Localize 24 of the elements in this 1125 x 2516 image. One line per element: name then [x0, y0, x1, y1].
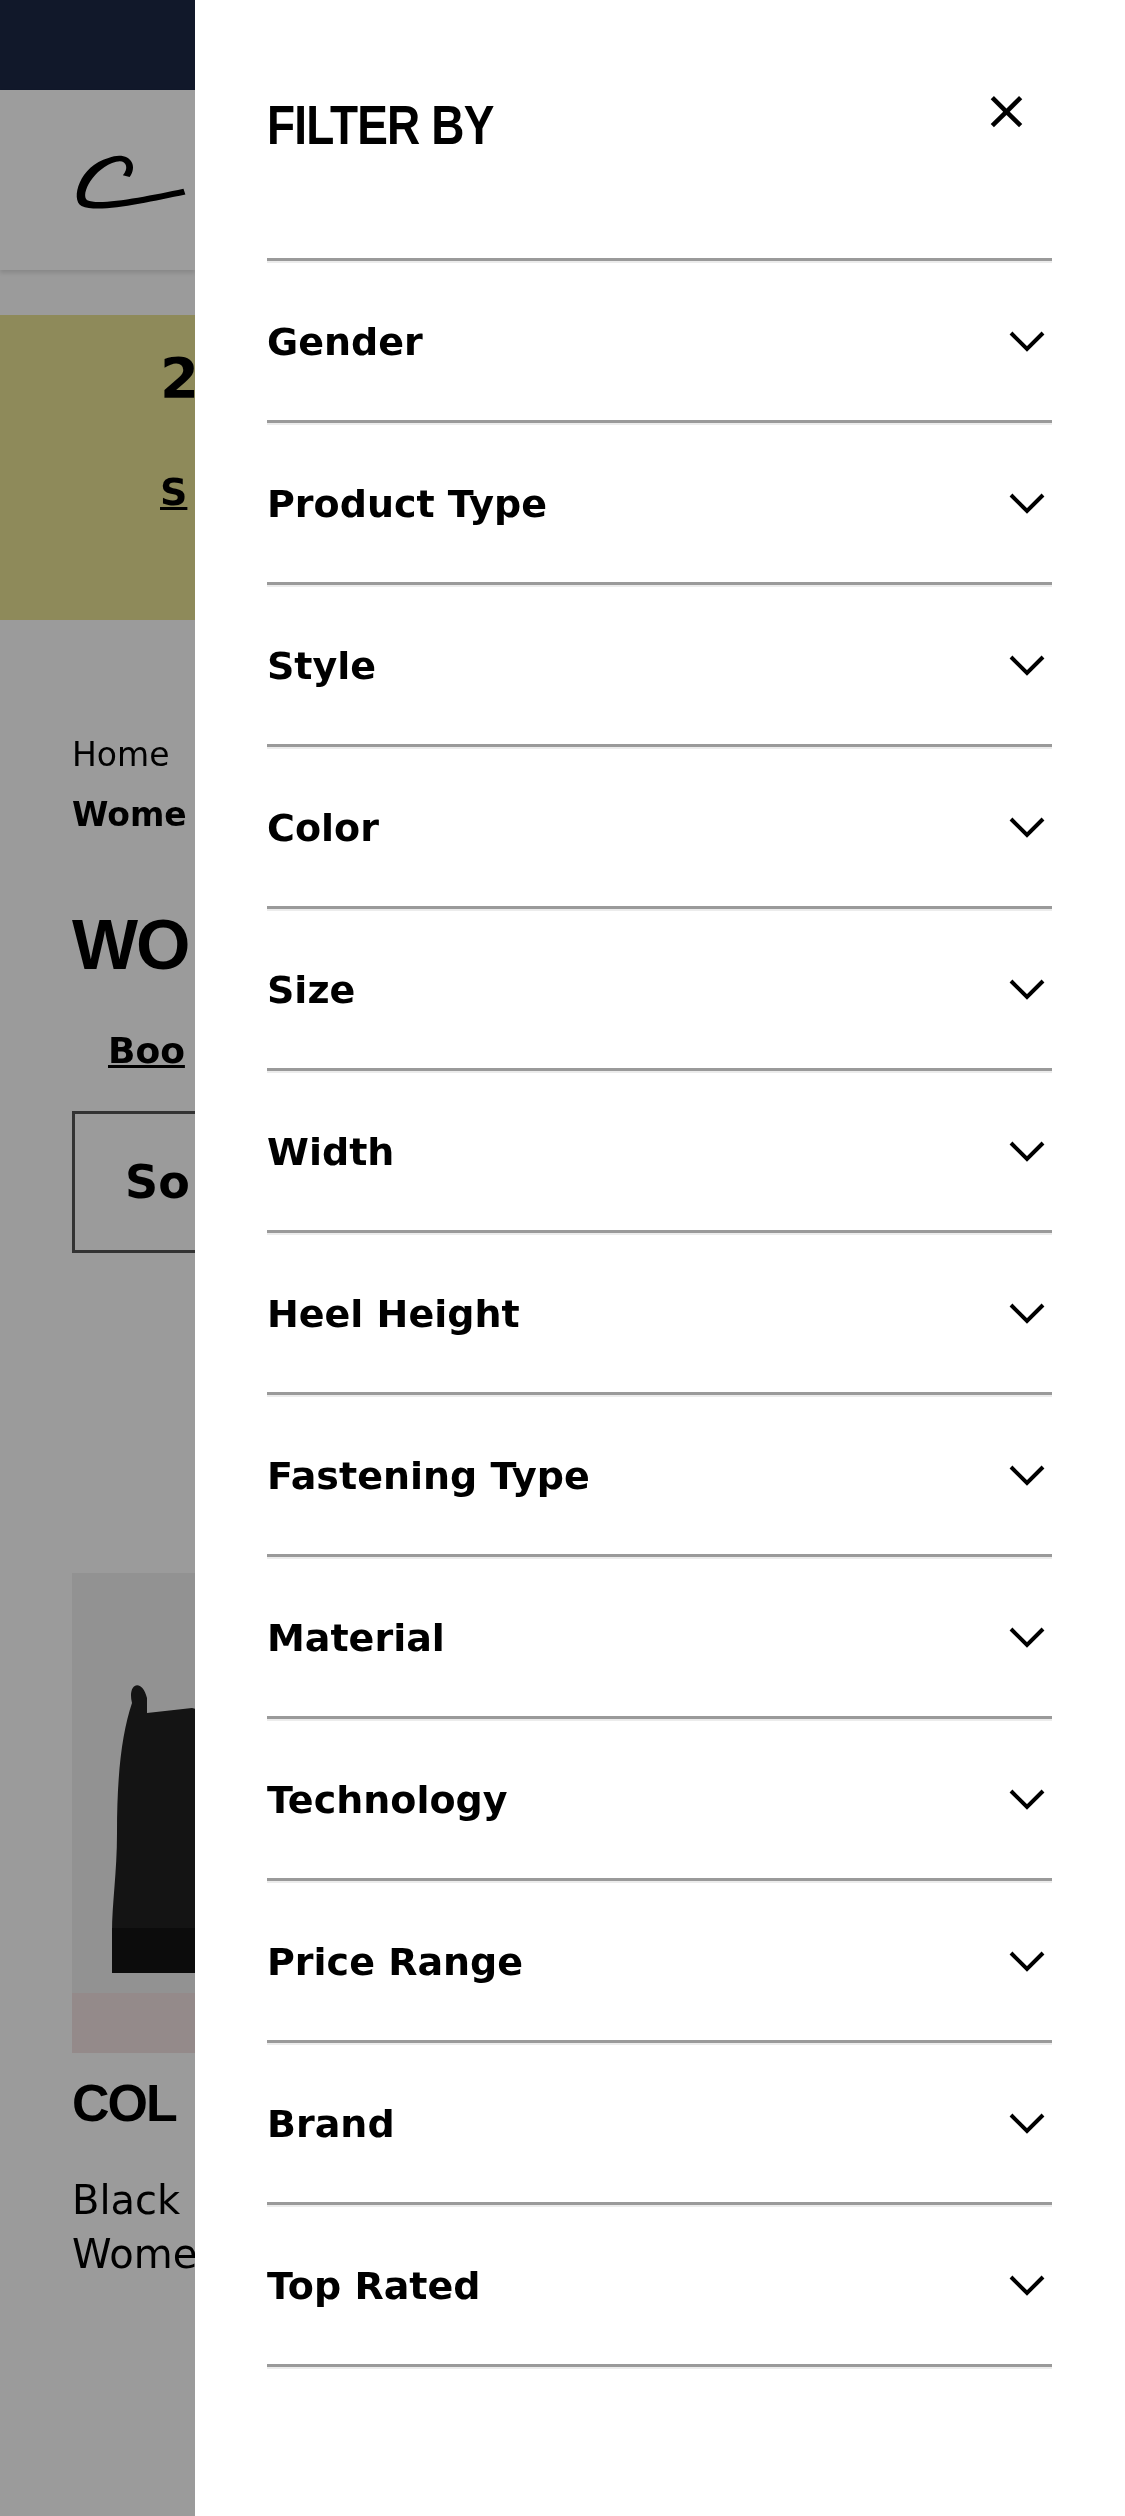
- chevron-icon: [1008, 2273, 1046, 2298]
- panel-title: FILTER BY: [267, 91, 494, 157]
- chevron-icon: [1008, 1787, 1046, 1812]
- chevron-icon: [1008, 1139, 1046, 1164]
- chevron-icon: [1008, 2111, 1046, 2136]
- product-description: Black: [72, 2176, 182, 2225]
- chevron-icon: [1008, 1625, 1046, 1650]
- chevron-icon: [1008, 1463, 1046, 1488]
- banner-heading: 2: [160, 345, 195, 410]
- product-description: Wome: [72, 2230, 195, 2279]
- product-name: COL: [72, 2073, 176, 2133]
- close-button[interactable]: ×: [983, 76, 1030, 142]
- chevron-icon: [1008, 1301, 1046, 1326]
- banner-link[interactable]: S: [160, 470, 195, 514]
- category-link[interactable]: Boo: [108, 1030, 185, 1071]
- chevron-icon: [1008, 1949, 1046, 1974]
- page-title: WO: [72, 905, 189, 985]
- chevron-icon: [1008, 815, 1046, 840]
- breadcrumb-item: Wome: [72, 794, 187, 836]
- breadcrumb-item[interactable]: Home: [72, 725, 170, 785]
- chevron-icon: [1008, 977, 1046, 1002]
- chevron-icon: [1008, 329, 1046, 354]
- chevron-icon: [1008, 491, 1046, 516]
- chevron-icon: [1008, 653, 1046, 678]
